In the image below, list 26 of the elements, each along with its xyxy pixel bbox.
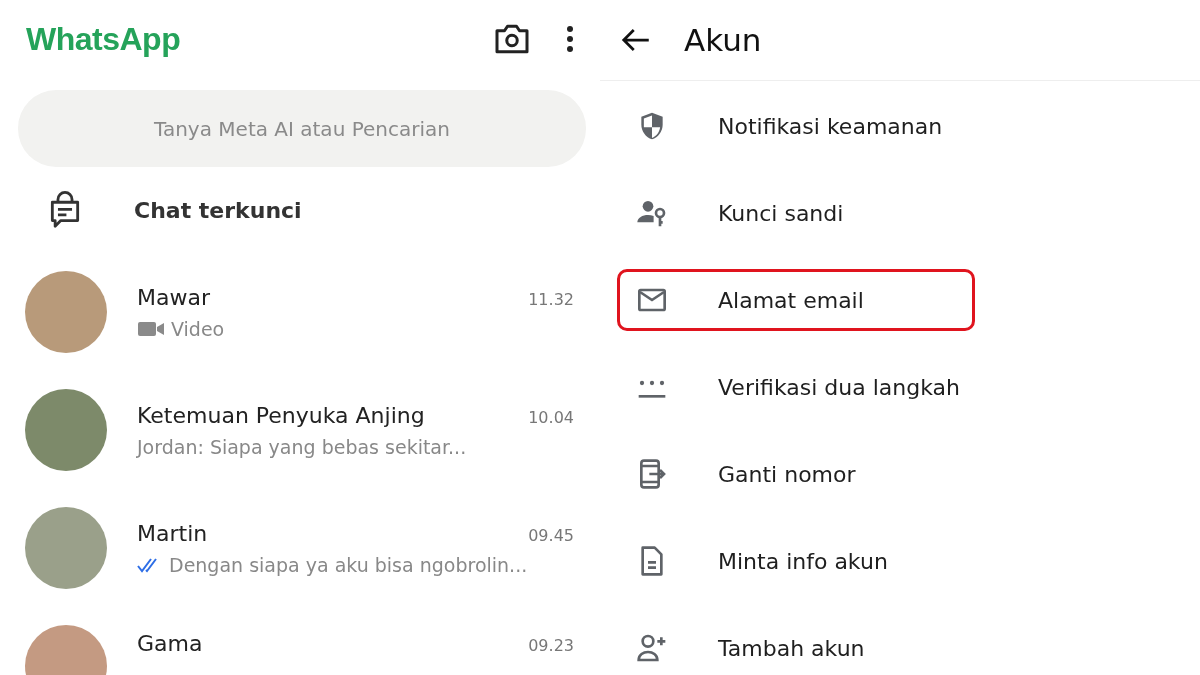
chat-name[interactable]: Ketemuan Penyuka Anjing bbox=[137, 402, 425, 428]
menu-item[interactable]: Tambah akun bbox=[617, 617, 975, 675]
camera-icon[interactable] bbox=[494, 23, 530, 55]
chat-time: 09.45 bbox=[528, 525, 575, 545]
chat-time: 11.32 bbox=[528, 289, 575, 309]
menu-item[interactable]: Minta info akun bbox=[617, 530, 975, 592]
chat-name[interactable]: Gama bbox=[137, 631, 203, 656]
locked-chat-icon bbox=[48, 191, 82, 229]
chat-time: 09.23 bbox=[528, 636, 575, 655]
menu-item[interactable]: Notifikasi keamanan bbox=[617, 95, 975, 157]
chat-name[interactable]: Martin bbox=[137, 520, 208, 546]
chat-preview: Video bbox=[171, 317, 225, 340]
more-options-icon[interactable] bbox=[566, 25, 574, 53]
chat-preview: Jordan: Siapa yang bebas sekitar... bbox=[137, 435, 467, 458]
menu-item[interactable]: Ganti nomor bbox=[617, 443, 975, 505]
menu-item[interactable]: Kunci sandi bbox=[617, 182, 975, 244]
app-title: WhatsApp bbox=[26, 20, 181, 58]
screen-title: Akun bbox=[684, 22, 762, 58]
menu-item[interactable]: Alamat email bbox=[617, 269, 975, 331]
locked-chats-label[interactable]: Chat terkunci bbox=[134, 197, 302, 223]
person-add-icon bbox=[636, 632, 668, 664]
chat-time: 10.04 bbox=[528, 407, 575, 427]
search-field[interactable]: Tanya Meta AI atau Pencarian bbox=[18, 90, 586, 167]
chat-name[interactable]: Mawar bbox=[137, 284, 210, 310]
chat-preview: Dengan siapa ya aku bisa ngobrolin... bbox=[169, 553, 528, 576]
menu-item[interactable]: Verifikasi dua langkah bbox=[617, 356, 975, 418]
